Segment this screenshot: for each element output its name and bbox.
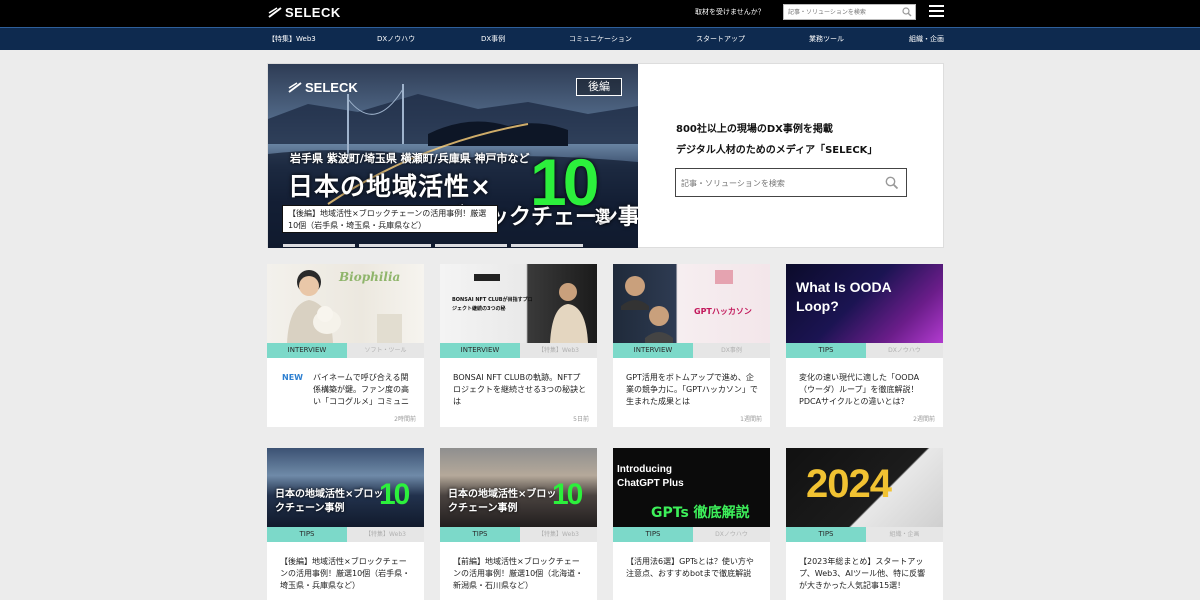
new-badge: NEW — [282, 373, 303, 382]
thumbnail-text: 日本の地域活性×ブロックチェーン事例 — [275, 489, 384, 514]
thumbnail-number: 10 — [379, 478, 410, 511]
hero-search-input[interactable] — [681, 176, 871, 190]
nav-item-startup[interactable]: スタートアップ — [696, 34, 745, 44]
thumbnail-text: GPTs 徹底解説 — [651, 505, 750, 521]
article-card[interactable]: Introducing ChatGPT Plus GPTs 徹底解説 TIPS … — [613, 448, 770, 600]
article-title[interactable]: 【前編】地域活性×ブロックチェーンの活用事例！厳選10個（北海道・新潟県・石川県… — [453, 556, 587, 592]
article-title[interactable]: GPT活用をボトムアップで進め、企業の競争力に。「GPTハッカソン」で生まれた成… — [626, 372, 760, 408]
thumbnail-number: 10 — [552, 478, 583, 511]
hero-caption[interactable]: 【後編】地域活性×ブロックチェーンの活用事例！厳選10個（岩手県・埼玉県・兵庫県… — [282, 205, 498, 233]
top-bar: SELECK 取材を受けませんか？ — [0, 0, 1200, 27]
article-title[interactable]: バイネームで呼び合える関係構築が鍵。ファン度の高い「ココグルメ」コミュニ — [313, 372, 416, 408]
thumbnail-text: 日本の地域活性×ブロックチェーン事例 — [448, 489, 557, 514]
menu-icon[interactable] — [929, 5, 944, 19]
article-thumbnail[interactable]: 日本の地域活性×ブロックチェーン事例 10 — [440, 448, 597, 527]
header-search[interactable] — [783, 4, 916, 20]
hero-banner-image[interactable]: SELECK 後編 岩手県 紫波町/埼玉県 横瀬町/兵庫県 神戸市など 日本の地… — [268, 64, 638, 248]
video-call-graphic — [621, 270, 733, 343]
subcategory-tag[interactable]: 【特集】Web3 — [347, 527, 424, 542]
article-thumbnail[interactable]: Biophilia — [267, 264, 424, 343]
hero-logo: SELECK — [288, 80, 358, 95]
nav-item-dx-knowhow[interactable]: DXノウハウ — [377, 34, 415, 44]
article-time: 5日前 — [573, 416, 589, 423]
logo-mark-icon — [288, 81, 302, 93]
subcategory-tag[interactable]: DX事例 — [693, 343, 770, 358]
hero-subtitle: 岩手県 紫波町/埼玉県 横瀬町/兵庫県 神戸市など — [290, 152, 530, 165]
nav-item-business-tools[interactable]: 業務ツール — [809, 34, 844, 44]
hero-carousel-indicators[interactable] — [283, 244, 587, 247]
thumbnail-text: What Is OODA Loop? — [796, 279, 892, 314]
article-thumbnail[interactable]: 2024 — [786, 448, 943, 527]
category-nav: 【特集】Web3 DXノウハウ DX事例 コミュニケーション スタートアップ 業… — [0, 27, 1200, 50]
hero-search[interactable] — [675, 168, 907, 197]
nav-item-dx-cases[interactable]: DX事例 — [481, 34, 505, 44]
search-icon[interactable] — [902, 7, 912, 17]
article-card[interactable]: 日本の地域活性×ブロックチェーン事例 10 TIPS 【特集】Web3 【後編】… — [267, 448, 424, 600]
nav-item-communication[interactable]: コミュニケーション — [569, 34, 632, 44]
subcategory-tag[interactable]: 【特集】Web3 — [520, 527, 597, 542]
hero-number: 10 — [530, 145, 599, 219]
subcategory-tag[interactable]: DXノウハウ — [866, 343, 943, 358]
article-card[interactable]: BONSAI NFT CLUBが目指すプロジェクト継続の3つの秘 INTERVI… — [440, 264, 597, 427]
category-tag[interactable]: INTERVIEW — [267, 343, 347, 358]
svg-text:ChatGPT Plus: ChatGPT Plus — [617, 478, 684, 489]
hero-section: SELECK 後編 岩手県 紫波町/埼玉県 横瀬町/兵庫県 神戸市など 日本の地… — [267, 63, 944, 248]
article-card[interactable]: What Is OODA Loop? TIPS DXノウハウ 変化の速い現代に適… — [786, 264, 943, 427]
category-tag[interactable]: TIPS — [786, 343, 866, 358]
thumbnail-text: BONSAI NFT CLUBが目指すプロジェクト継続の3つの秘 — [452, 297, 533, 312]
hero-part-tag: 後編 — [576, 78, 622, 96]
hero-intro: 800社以上の現場のDX事例を掲載 デジタル人材のためのメディア「SELECK」 — [638, 64, 944, 248]
category-tag[interactable]: TIPS — [267, 527, 347, 542]
article-card[interactable]: Biophilia INTERVIEW ソフト・ツール NEW バイネームで呼び… — [267, 264, 424, 427]
hero-tagline-1: 800社以上の現場のDX事例を掲載 — [676, 124, 833, 135]
article-card[interactable]: 2024 TIPS 組織・企画 【2023年総まとめ】スタートアップ、Web3、… — [786, 448, 943, 600]
subcategory-tag[interactable]: 組織・企画 — [866, 527, 943, 542]
article-time: 1週間前 — [740, 416, 762, 423]
article-thumbnail[interactable]: Introducing ChatGPT Plus GPTs 徹底解説 — [613, 448, 770, 527]
thumbnail-text: GPTハッカソン — [694, 307, 752, 316]
category-tag[interactable]: TIPS — [786, 527, 866, 542]
article-thumbnail[interactable]: What Is OODA Loop? — [786, 264, 943, 343]
category-tag[interactable]: INTERVIEW — [440, 343, 520, 358]
search-icon[interactable] — [885, 176, 899, 190]
site-logo[interactable]: SELECK — [268, 5, 341, 20]
nav-item-organization[interactable]: 組織・企画 — [909, 34, 944, 44]
hero-tagline-2: デジタル人材のためのメディア「SELECK」 — [676, 145, 878, 156]
press-inquiry-link[interactable]: 取材を受けませんか？ — [695, 7, 765, 17]
hero-number-suffix: 選 — [595, 207, 611, 225]
article-time: 2時間前 — [394, 416, 416, 423]
article-title[interactable]: 変化の速い現代に適した「OODA（ウーダ）ループ」を徹底解説！PDCAサイクルと… — [799, 372, 933, 408]
subcategory-tag[interactable]: 【特集】Web3 — [520, 343, 597, 358]
article-thumbnail[interactable]: GPTハッカソン — [613, 264, 770, 343]
header-search-input[interactable] — [788, 6, 898, 18]
category-tag[interactable]: TIPS — [613, 527, 693, 542]
thumbnail-text: 2024 — [806, 462, 892, 506]
subcategory-tag[interactable]: DXノウハウ — [693, 527, 770, 542]
category-tag[interactable]: INTERVIEW — [613, 343, 693, 358]
article-card[interactable]: GPTハッカソン INTERVIEW DX事例 GPT活用をボトムアップで進め、… — [613, 264, 770, 427]
article-title[interactable]: 【活用法6選】GPTsとは？使い方や注意点、おすすめbotまで徹底解説 — [626, 556, 760, 580]
article-card[interactable]: 日本の地域活性×ブロックチェーン事例 10 TIPS 【特集】Web3 【前編】… — [440, 448, 597, 600]
category-tag[interactable]: TIPS — [440, 527, 520, 542]
hero-logo-text: SELECK — [305, 80, 358, 95]
hero-title: 日本の地域活性× — [288, 172, 492, 201]
logo-text: SELECK — [285, 5, 341, 20]
article-thumbnail[interactable]: 日本の地域活性×ブロックチェーン事例 10 — [267, 448, 424, 527]
article-thumbnail[interactable]: BONSAI NFT CLUBが目指すプロジェクト継続の3つの秘 — [440, 264, 597, 343]
svg-text:Introducing: Introducing — [617, 464, 672, 475]
article-title[interactable]: 【2023年総まとめ】スタートアップ、Web3、AIツール他、特に反響が大きかっ… — [799, 556, 933, 592]
article-title[interactable]: BONSAI NFT CLUBの軌跡。NFTプロジェクトを継続させる3つの秘訣と… — [453, 372, 587, 408]
logo-mark-icon — [268, 6, 282, 18]
article-time: 2週間前 — [913, 416, 935, 423]
subcategory-tag[interactable]: ソフト・ツール — [347, 343, 424, 358]
article-title[interactable]: 【後編】地域活性×ブロックチェーンの活用事例！厳選10個（岩手県・埼玉県・兵庫県… — [280, 556, 414, 592]
thumbnail-text: Biophilia — [339, 270, 401, 284]
nav-item-web3[interactable]: 【特集】Web3 — [268, 34, 316, 44]
